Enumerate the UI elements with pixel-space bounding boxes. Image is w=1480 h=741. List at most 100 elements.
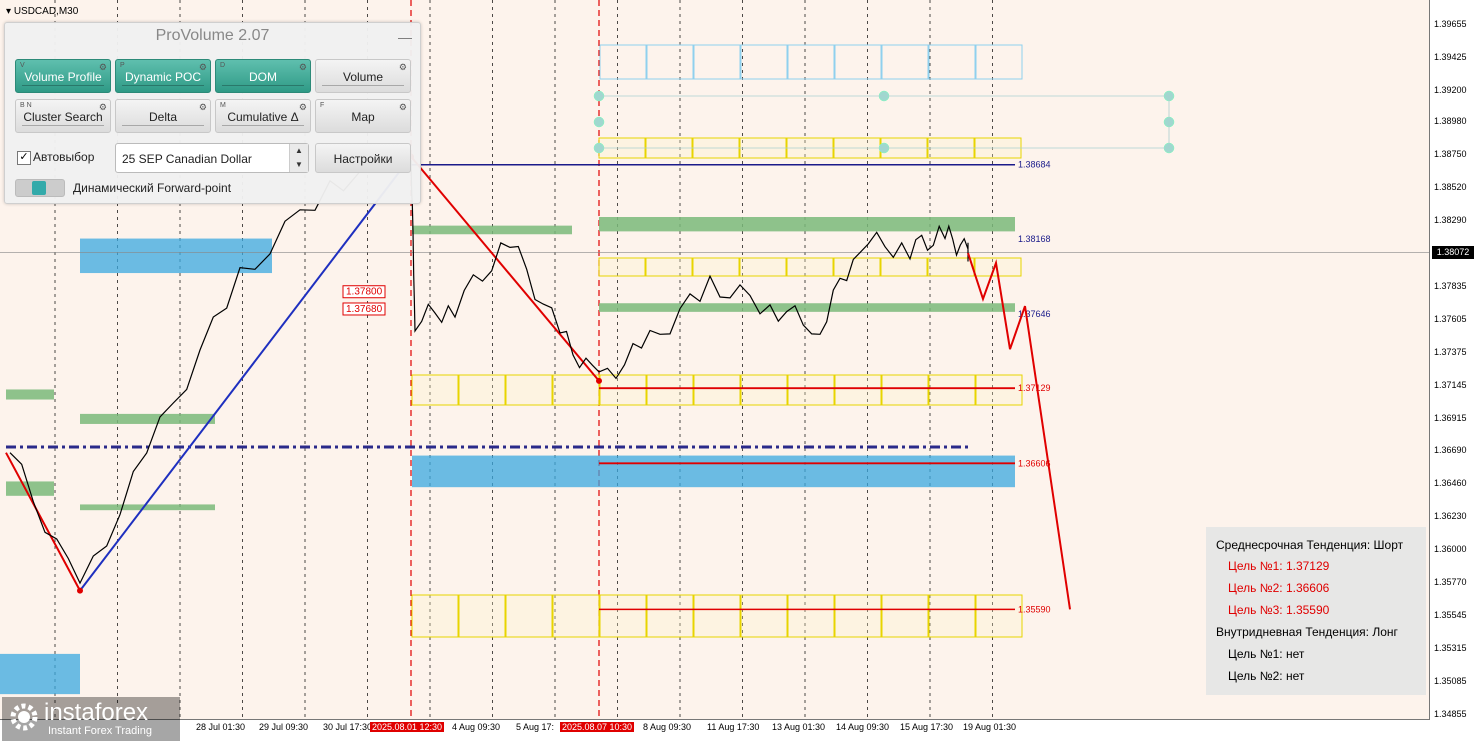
x-tick-label: 2025.08.01 12:30 <box>370 722 445 732</box>
cluster-search-button[interactable]: B N ⚙ Cluster Search <box>15 99 111 133</box>
minimize-button[interactable]: — <box>398 29 412 45</box>
yellow-level-box <box>880 257 928 277</box>
intra-target-1: Цель №1: нет <box>1228 647 1305 661</box>
dynamic-poc-button[interactable]: P ⚙ Dynamic POC <box>115 59 211 93</box>
x-tick-label: 30 Jul 17:30 <box>323 722 373 732</box>
y-tick-label: 1.35085 <box>1434 675 1467 686</box>
intra-trend-title: Внутридневная Тенденция: Лонг <box>1216 625 1398 639</box>
time-axis[interactable]: 28 Jul 01:30 29 Jul 09:30 30 Jul 17:30 2025… <box>0 720 1430 741</box>
y-tick-label: 1.36230 <box>1434 511 1467 522</box>
yellow-level-box <box>740 374 788 406</box>
bull-trend-line <box>79 156 412 592</box>
y-tick-label: 1.35770 <box>1434 577 1467 588</box>
y-tick-label: 1.39655 <box>1434 19 1467 30</box>
y-tick-label: 1.36690 <box>1434 445 1467 456</box>
poc-band <box>6 389 54 400</box>
gear-icon: ⚙ <box>198 102 207 112</box>
logo-name: instaforex <box>44 699 149 726</box>
yellow-level-box <box>411 594 459 638</box>
gear-icon: ⚙ <box>98 62 107 72</box>
volume-button[interactable]: ⚙ Volume <box>315 59 411 93</box>
price-tag-label: 1.37800 <box>346 287 383 298</box>
y-tick-label: 1.37145 <box>1434 379 1467 390</box>
forward-point-toggle[interactable] <box>15 179 65 197</box>
yellow-level-box <box>833 257 881 277</box>
instrument-select[interactable]: 25 SEP Canadian Dollar ▲ ▼ <box>115 143 309 173</box>
y-tick-label: 1.36460 <box>1434 478 1467 489</box>
y-tick-label: 1.39425 <box>1434 52 1467 63</box>
toggle-knob <box>32 181 46 195</box>
yellow-level-box <box>787 374 835 406</box>
volume-profile-button[interactable]: V ⚙ Volume Profile <box>15 59 111 93</box>
yellow-level-box <box>787 594 835 638</box>
mid-target-2: Цель №2: 1.36606 <box>1228 581 1330 595</box>
anchor-point <box>593 116 605 128</box>
settings-button[interactable]: Настройки <box>315 143 411 173</box>
delta-button[interactable]: ⚙ Delta <box>115 99 211 133</box>
logo-subtitle: Instant Forex Trading <box>48 725 152 737</box>
yellow-level-box <box>552 374 600 406</box>
current-price-badge: 1.38072 <box>1432 246 1474 259</box>
yellow-level-box <box>927 257 975 277</box>
yellow-level-box <box>975 374 1023 406</box>
auto-select-checkbox[interactable]: ✓ <box>17 151 31 165</box>
price-tag-label: 1.37680 <box>346 304 383 315</box>
instaforex-logo: instaforex Instant Forex Trading <box>2 697 180 741</box>
y-tick-label: 1.36000 <box>1434 544 1467 555</box>
instrument-value: 25 SEP Canadian Dollar <box>122 152 252 166</box>
yellow-level-box <box>646 374 694 406</box>
value-area-zone <box>412 455 1015 488</box>
x-tick-label: 11 Aug 17:30 <box>707 722 760 732</box>
y-tick-label: 1.37605 <box>1434 313 1467 324</box>
gear-icon: ⚙ <box>398 102 407 112</box>
gear-logo-icon <box>10 703 38 731</box>
gear-icon: ⚙ <box>198 62 207 72</box>
profile-box <box>928 44 976 80</box>
profile-box <box>646 44 694 80</box>
level-label: 1.38168 <box>1018 234 1051 244</box>
x-tick-label: 14 Aug 09:30 <box>836 722 890 732</box>
trend-info-box: Среднесрочная Тенденция: Шорт Цель №1: 1… <box>1206 527 1426 695</box>
yellow-level-box <box>693 374 741 406</box>
level-label: 1.37129 <box>1018 383 1051 393</box>
yellow-level-box <box>598 257 646 277</box>
x-tick-label: 29 Jul 09:30 <box>259 722 309 732</box>
yellow-level-box <box>458 594 506 638</box>
map-button[interactable]: F ⚙ Map <box>315 99 411 133</box>
yellow-level-box <box>505 594 553 638</box>
x-tick-label: 4 Aug 09:30 <box>452 722 501 732</box>
dom-button[interactable]: D ⚙ DOM <box>215 59 311 93</box>
cumulative-delta-button[interactable]: M ⚙ Cumulative Δ <box>215 99 311 133</box>
y-tick-label: 1.38980 <box>1434 116 1467 127</box>
profile-box <box>975 44 1023 80</box>
symbol-text: USDCAD,M30 <box>13 6 79 17</box>
yellow-level-box <box>646 594 694 638</box>
yellow-level-box <box>692 257 740 277</box>
symbol-label: ▾ USDCAD,M30 <box>6 6 79 17</box>
y-tick-label: 1.37375 <box>1434 346 1467 357</box>
y-tick-label: 1.38750 <box>1434 149 1467 160</box>
level-label: 1.35590 <box>1018 604 1051 614</box>
mid-trend-title: Среднесрочная Тенденция: Шорт <box>1216 538 1404 552</box>
poc-band <box>80 504 215 511</box>
poc-band <box>80 413 215 424</box>
x-tick-label: 28 Jul 01:30 <box>196 722 246 732</box>
yellow-level-box <box>739 257 787 277</box>
chevron-updown-icon[interactable]: ▲ ▼ <box>289 144 308 172</box>
y-tick-label: 1.37835 <box>1434 280 1467 291</box>
yellow-level-box <box>834 594 882 638</box>
profile-box <box>693 44 741 80</box>
price-axis[interactable]: 1.39655 1.39425 1.39200 1.38980 1.38750 1.385… <box>1430 0 1480 741</box>
yellow-level-box <box>928 594 976 638</box>
pivot-point <box>77 587 83 594</box>
yellow-level-box <box>411 374 459 406</box>
mid-target-1: Цель №1: 1.37129 <box>1228 559 1330 573</box>
gear-icon: ⚙ <box>398 62 407 72</box>
poc-band <box>6 481 54 496</box>
provolume-panel: ProVolume 2.07 — V ⚙ Volume Profile P ⚙ Dyna… <box>4 22 421 204</box>
yellow-level-box <box>552 594 600 638</box>
gear-icon: ⚙ <box>298 62 307 72</box>
level-label: 1.36606 <box>1018 458 1051 468</box>
profile-box <box>740 44 788 80</box>
yellow-level-box <box>928 374 976 406</box>
